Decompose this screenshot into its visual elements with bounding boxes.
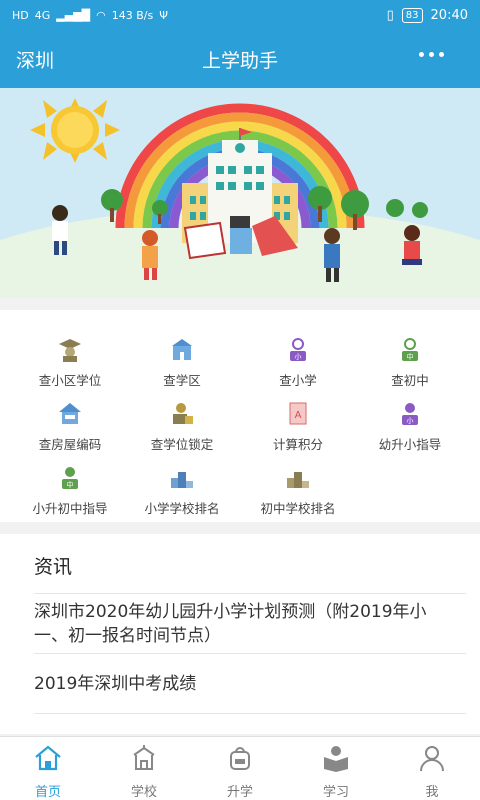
signal-icon: ▂▄▆█ bbox=[56, 8, 91, 22]
divider bbox=[34, 593, 466, 594]
podium-olive-icon bbox=[287, 472, 309, 488]
divider bbox=[34, 713, 466, 714]
tab-school[interactable]: 学校 bbox=[96, 737, 192, 800]
graduate-icon bbox=[59, 339, 81, 362]
clock: 20:40 bbox=[430, 7, 468, 23]
tool-check-school-district[interactable]: 查学区 bbox=[122, 336, 242, 396]
primary-student-icon: 小 bbox=[290, 338, 306, 361]
svg-text:A: A bbox=[295, 410, 302, 421]
status-right: ▯ 83 20:40 bbox=[386, 7, 468, 23]
tool-label: 小学学校排名 bbox=[144, 501, 220, 516]
tab-study[interactable]: 学习 bbox=[288, 737, 384, 800]
svg-text:小: 小 bbox=[295, 352, 302, 361]
vibrate-icon: ▯ bbox=[386, 7, 394, 23]
news-section: 资讯 深圳市2020年幼儿园升小学计划预测（附2019年小一、初一报名时间节点）… bbox=[0, 534, 480, 734]
reading-icon bbox=[324, 746, 348, 772]
city-selector[interactable]: 深圳 bbox=[16, 46, 54, 73]
tool-primary-school-ranking[interactable]: 小学学校排名 bbox=[122, 464, 242, 524]
tool-label: 查房屋编码 bbox=[38, 437, 102, 452]
news-heading: 资讯 bbox=[34, 556, 73, 578]
middle-guide-icon: 中 bbox=[62, 467, 78, 489]
tool-kindergarten-guide[interactable]: 小 幼升小指导 bbox=[350, 400, 470, 460]
tool-calculate-points[interactable]: A 计算积分 bbox=[238, 400, 358, 460]
tool-label: 幼升小指导 bbox=[378, 437, 442, 452]
battery-level: 83 bbox=[401, 7, 423, 23]
tab-label: 学校 bbox=[130, 785, 157, 800]
tool-label: 查小学 bbox=[279, 373, 317, 388]
tool-check-quota-lock[interactable]: 查学位锁定 bbox=[122, 400, 242, 460]
status-left: HD 4G ▂▄▆█ ◠ 143 B/s Ψ bbox=[12, 9, 168, 22]
bottom-tab-bar: 首页 学校 升学 学习 我 bbox=[0, 736, 480, 800]
banner-illustration bbox=[0, 88, 480, 298]
podium-blue-icon bbox=[171, 472, 193, 488]
divider bbox=[34, 653, 466, 654]
bag-icon bbox=[230, 747, 250, 770]
lock-person-icon bbox=[173, 403, 193, 424]
news-item[interactable]: 2019年深圳中考成绩 bbox=[34, 672, 460, 696]
tool-label: 查学区 bbox=[163, 373, 201, 388]
page-title: 上学助手 bbox=[201, 49, 278, 72]
school-icon bbox=[133, 745, 155, 770]
tab-label: 首页 bbox=[34, 785, 61, 800]
tool-check-middle-school[interactable]: 中 查初中 bbox=[350, 336, 470, 396]
school-building-icon bbox=[172, 339, 192, 360]
kid-guide-icon: 小 bbox=[402, 403, 418, 425]
tool-check-community-quota[interactable]: 查小区学位 bbox=[10, 336, 130, 396]
network-type: 4G bbox=[34, 8, 51, 22]
middle-student-icon: 中 bbox=[402, 338, 418, 361]
tab-home[interactable]: 首页 bbox=[0, 737, 96, 800]
usb-icon: Ψ bbox=[159, 8, 168, 22]
status-bar: HD 4G ▂▄▆█ ◠ 143 B/s Ψ ▯ 83 20:40 bbox=[0, 0, 480, 30]
tool-label: 查小区学位 bbox=[38, 373, 102, 388]
home-icon bbox=[35, 745, 61, 771]
tools-grid: 查小区学位 查学区 小 查小学 中 查初中 查房屋编码 查学位锁定 A 计算积分 bbox=[0, 310, 480, 522]
tool-middle-school-guide[interactable]: 中 小升初中指导 bbox=[10, 464, 130, 524]
svg-text:小: 小 bbox=[407, 416, 414, 425]
tool-middle-school-ranking[interactable]: 初中学校排名 bbox=[238, 464, 358, 524]
tool-label: 查初中 bbox=[391, 373, 429, 388]
calculator-doc-icon: A bbox=[289, 402, 307, 425]
tool-check-house-code[interactable]: 查房屋编码 bbox=[10, 400, 130, 460]
svg-text:中: 中 bbox=[407, 352, 414, 361]
tool-label: 查学位锁定 bbox=[150, 437, 214, 452]
app-bar: 深圳 上学助手 bbox=[0, 30, 480, 88]
wifi-icon: ◠ bbox=[96, 8, 106, 22]
user-icon bbox=[420, 746, 444, 772]
house-code-icon bbox=[59, 403, 81, 424]
hd-badge: HD bbox=[12, 8, 29, 22]
tab-label: 学习 bbox=[322, 785, 349, 800]
news-item[interactable]: 深圳市2020年幼儿园升小学计划预测（附2019年小一、初一报名时间节点） bbox=[34, 600, 460, 648]
more-menu-icon[interactable] bbox=[419, 52, 444, 57]
svg-text:中: 中 bbox=[67, 480, 74, 489]
tab-label: 我 bbox=[425, 785, 439, 800]
tab-me[interactable]: 我 bbox=[384, 737, 480, 800]
net-speed: 143 B/s bbox=[111, 8, 154, 22]
tool-check-primary-school[interactable]: 小 查小学 bbox=[238, 336, 358, 396]
tool-label: 小升初中指导 bbox=[32, 501, 108, 516]
tab-label: 升学 bbox=[226, 785, 253, 800]
tool-label: 计算积分 bbox=[272, 437, 323, 452]
tab-enroll[interactable]: 升学 bbox=[192, 737, 288, 800]
tool-label: 初中学校排名 bbox=[260, 501, 336, 516]
